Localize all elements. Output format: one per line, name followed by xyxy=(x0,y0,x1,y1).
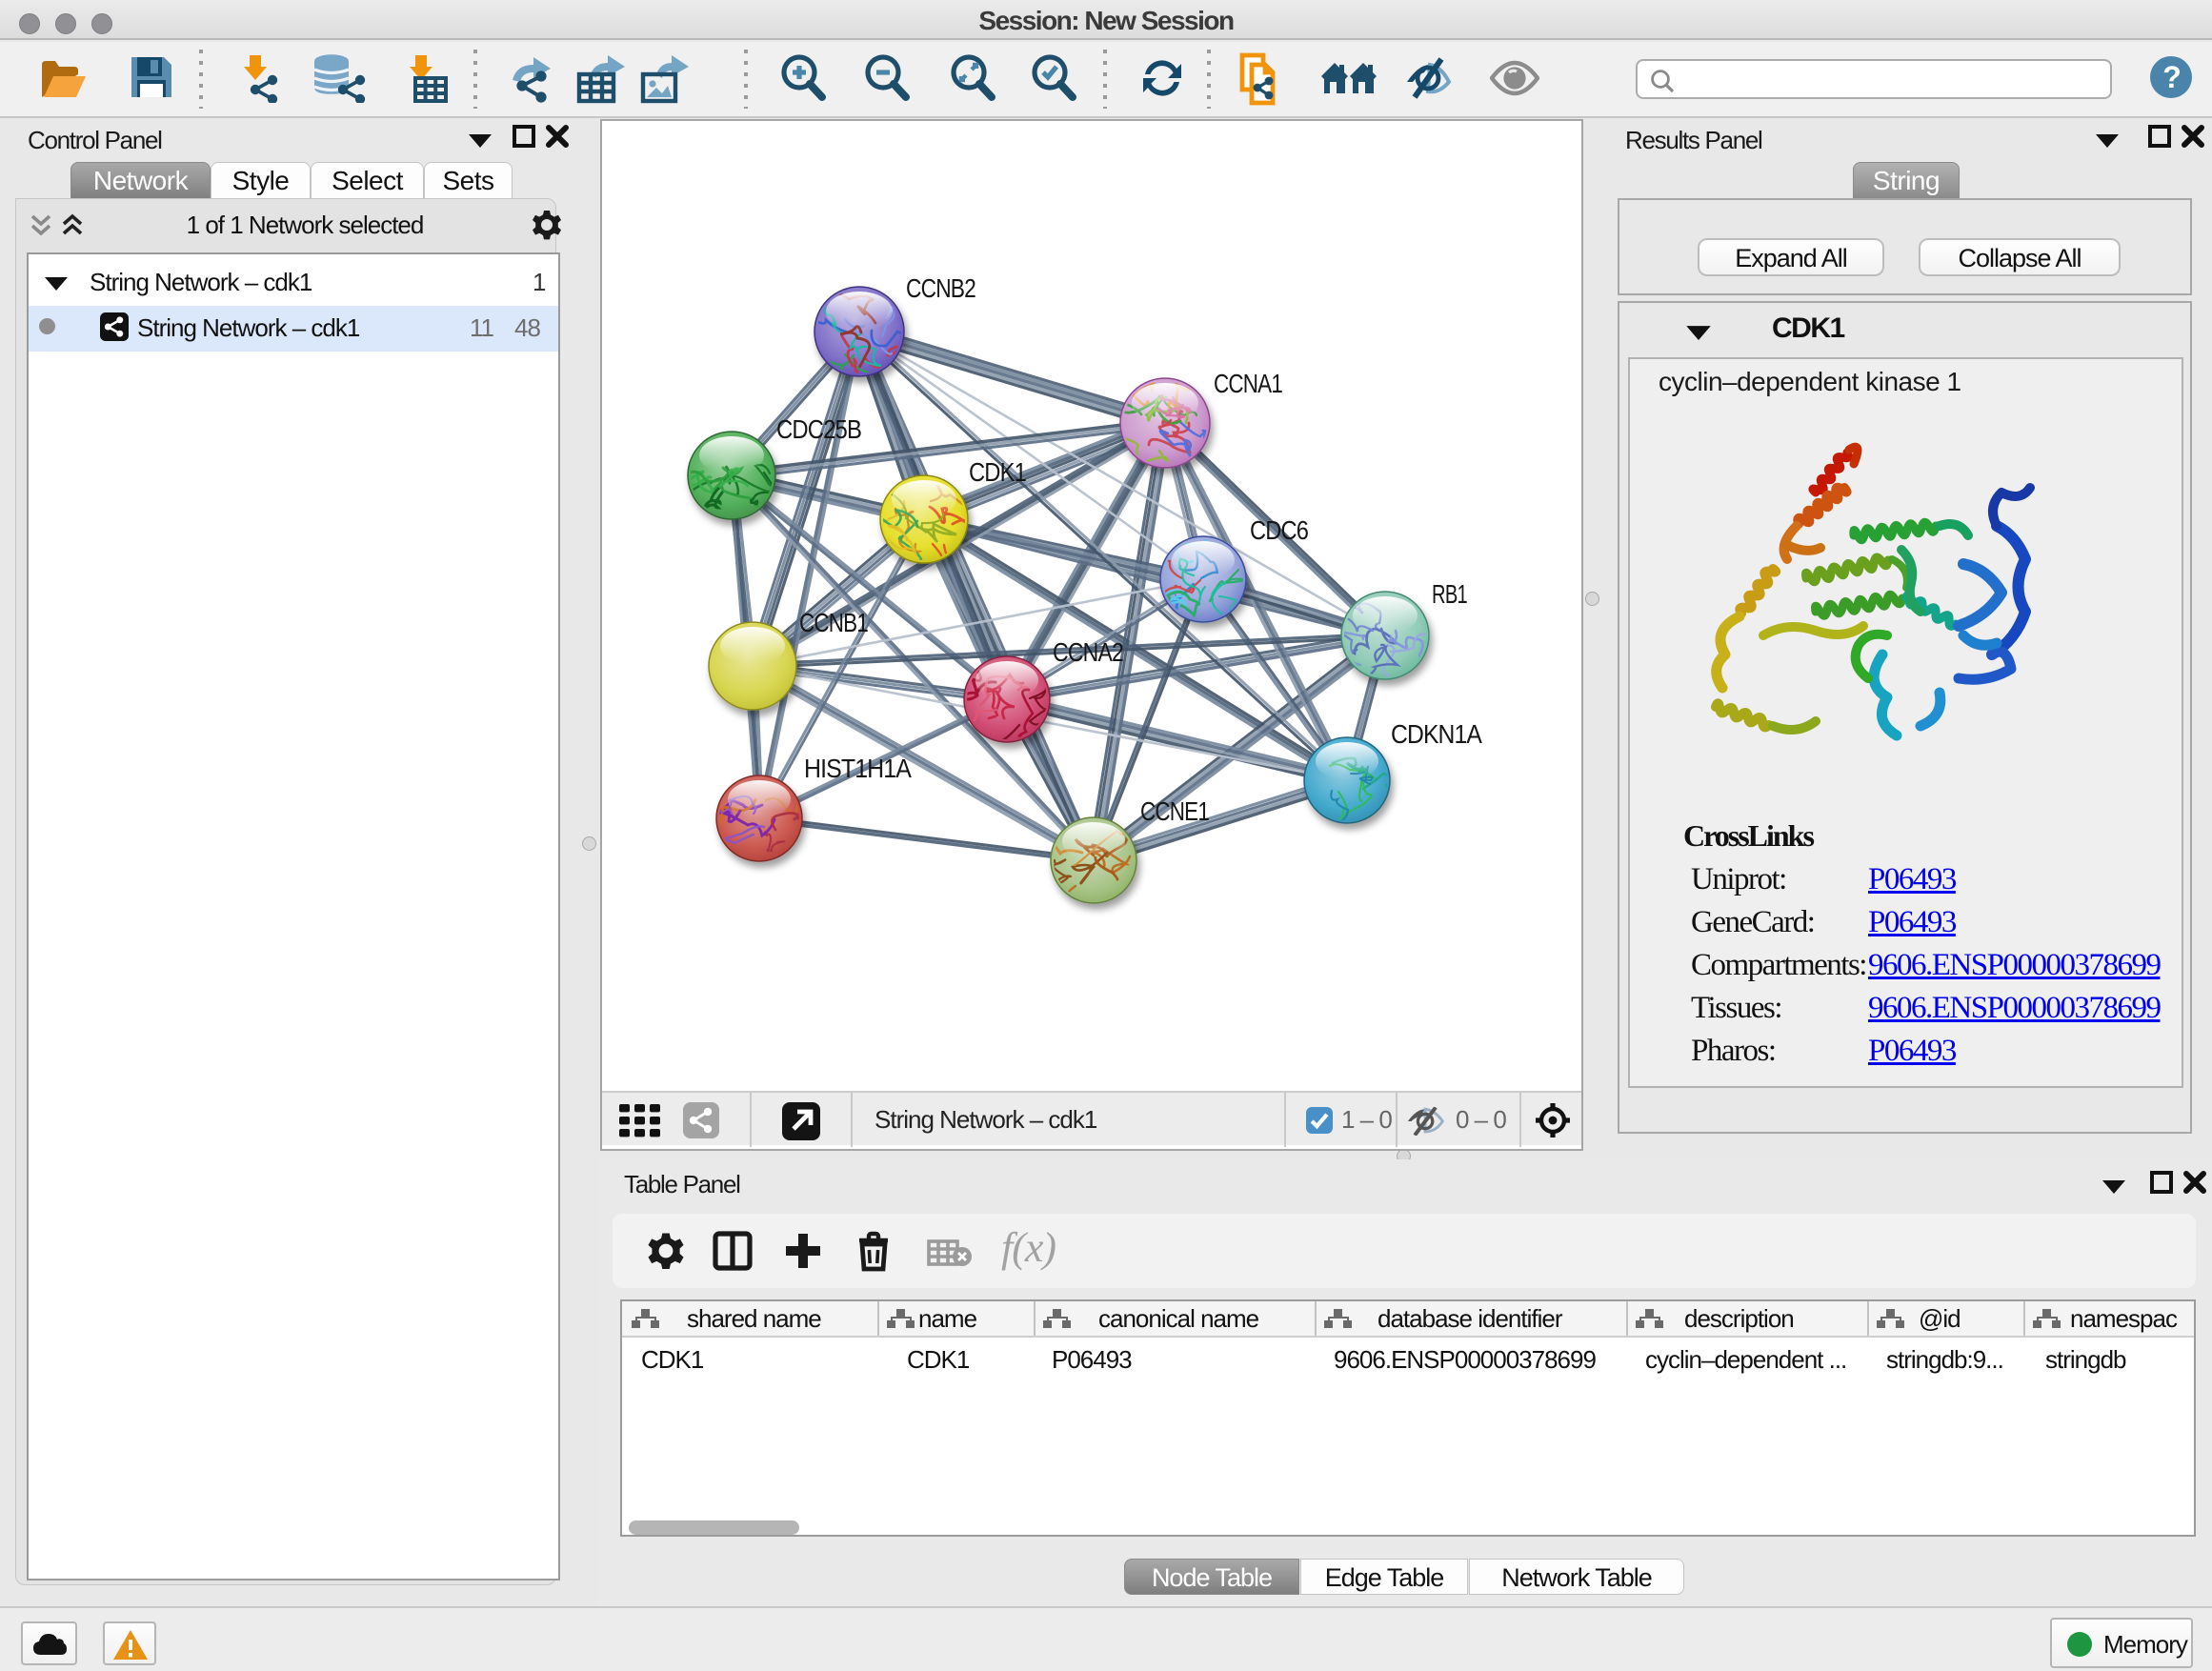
svg-text:CDC6: CDC6 xyxy=(1250,515,1308,545)
svg-text:CCNE1: CCNE1 xyxy=(1140,796,1209,826)
svg-text:CCNA2: CCNA2 xyxy=(1053,637,1123,667)
svg-text:CDC25B: CDC25B xyxy=(776,414,861,444)
svg-text:CCNB2: CCNB2 xyxy=(906,273,975,303)
svg-text:CCNB1: CCNB1 xyxy=(799,608,868,637)
svg-text:?: ? xyxy=(2162,60,2180,94)
svg-text:CDK1: CDK1 xyxy=(969,457,1026,487)
svg-text:CDKN1A: CDKN1A xyxy=(1391,719,1482,749)
svg-text:RB1: RB1 xyxy=(1432,579,1467,609)
svg-text:HIST1H1A: HIST1H1A xyxy=(804,754,912,783)
svg-text:CCNA1: CCNA1 xyxy=(1214,369,1282,398)
